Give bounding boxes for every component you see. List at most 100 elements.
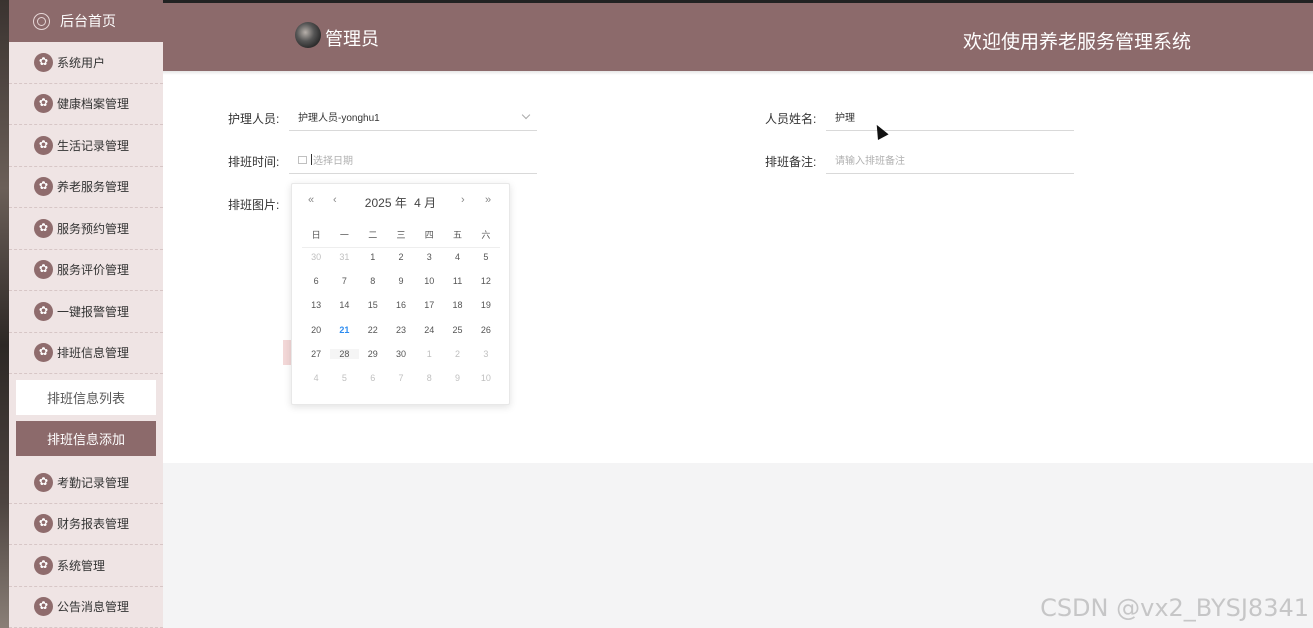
- calendar-day[interactable]: 29: [359, 349, 387, 359]
- sidebar-item-finance[interactable]: ✿ 财务报表管理: [9, 504, 163, 545]
- calendar-day[interactable]: 8: [415, 373, 443, 383]
- sidebar-item-service[interactable]: ✿ 养老服务管理: [9, 167, 163, 208]
- sidebar-bottom-group: ✿ 考勤记录管理 ✿ 财务报表管理 ✿ 系统管理 ✿ 公告消息管理: [9, 462, 163, 628]
- calendar-day[interactable]: 7: [330, 276, 358, 286]
- flower-icon: ✿: [34, 597, 53, 617]
- calendar-year[interactable]: 2025 年: [365, 196, 407, 210]
- flower-icon: ✿: [34, 177, 53, 197]
- sidebar-item-label: 排班信息管理: [57, 346, 130, 361]
- date-placeholder: 选择日期: [313, 156, 353, 167]
- calendar-day[interactable]: 31: [330, 252, 358, 262]
- calendar-day[interactable]: 27: [302, 349, 330, 359]
- submenu-schedule-add[interactable]: 排班信息添加: [16, 421, 156, 456]
- nurse-select[interactable]: 护理人员-yonghu1: [289, 103, 537, 131]
- sidebar-item-label: 一键报警管理: [57, 304, 130, 319]
- sidebar-item-review[interactable]: ✿ 服务评价管理: [9, 250, 163, 291]
- calendar-day[interactable]: 3: [415, 252, 443, 262]
- flower-icon: ✿: [34, 343, 53, 363]
- date-picker-popup: « ‹ 2025 年 4 月 › » 日 一 二 三 四 五 六 30 31 1 2 3…: [291, 183, 510, 405]
- weekday: 日: [311, 230, 321, 240]
- calendar-day[interactable]: 6: [302, 276, 330, 286]
- calendar-day[interactable]: 6: [359, 373, 387, 383]
- calendar-day[interactable]: 9: [443, 373, 471, 383]
- sidebar-item-booking[interactable]: ✿ 服务预约管理: [9, 208, 163, 250]
- calendar-day[interactable]: 15: [359, 300, 387, 310]
- watermark: CSDN @vx2_BYSJ8341: [1040, 594, 1309, 622]
- flower-icon: ✿: [34, 218, 53, 238]
- sidebar-item-label: 系统管理: [57, 558, 106, 573]
- calendar-day[interactable]: 14: [330, 300, 358, 310]
- calendar-day[interactable]: 8: [359, 276, 387, 286]
- calendar-day[interactable]: 12: [472, 276, 500, 286]
- next-year-button[interactable]: »: [485, 194, 491, 206]
- sidebar: 后台首页 ✿ 系统用户 ✿ 健康档案管理 ✿ 生活记录管理 ✿ 养老服务管理 ✿ 服务预约…: [9, 0, 163, 628]
- calendar-day[interactable]: 25: [443, 325, 471, 335]
- calendar-day[interactable]: 10: [415, 276, 443, 286]
- date-picker-input[interactable]: 选择日期: [289, 146, 537, 174]
- calendar-header: « ‹ 2025 年 4 月 › »: [292, 184, 509, 219]
- calendar-day[interactable]: 21: [330, 325, 358, 335]
- flower-icon: ✿: [34, 301, 53, 321]
- calendar-day[interactable]: 18: [443, 300, 471, 310]
- flower-icon: ✿: [34, 94, 53, 114]
- calendar-day[interactable]: 4: [443, 252, 471, 262]
- calendar-day[interactable]: 13: [302, 300, 330, 310]
- sidebar-item-notice[interactable]: ✿ 公告消息管理: [9, 587, 163, 628]
- background-edge: [0, 0, 9, 628]
- calendar-day[interactable]: 23: [387, 325, 415, 335]
- next-month-button[interactable]: ›: [461, 194, 465, 206]
- sidebar-item-health[interactable]: ✿ 健康档案管理: [9, 84, 163, 125]
- calendar-day[interactable]: 1: [359, 252, 387, 262]
- calendar-day[interactable]: 5: [472, 252, 500, 262]
- calendar-month[interactable]: 4 月: [414, 196, 436, 210]
- calendar-day[interactable]: 11: [443, 276, 471, 286]
- calendar-week-row: 6 7 8 9 10 11 12: [302, 276, 500, 286]
- calendar-day[interactable]: 22: [359, 325, 387, 335]
- calendar-day[interactable]: 7: [387, 373, 415, 383]
- calendar-day[interactable]: 20: [302, 325, 330, 335]
- sidebar-item-system[interactable]: ✿ 系统管理: [9, 545, 163, 587]
- calendar-day[interactable]: 1: [415, 349, 443, 359]
- calendar-week-row: 4 5 6 7 8 9 10: [302, 373, 500, 383]
- sidebar-item-users[interactable]: ✿ 系统用户: [9, 42, 163, 84]
- calendar-week-row: 20 21 22 23 24 25 26: [302, 325, 500, 335]
- note-input[interactable]: 请输入排班备注: [826, 146, 1074, 174]
- calendar-day[interactable]: 30: [302, 252, 330, 262]
- calendar-day[interactable]: 28: [330, 349, 359, 359]
- calendar-day[interactable]: 19: [472, 300, 500, 310]
- weekday-header: 日 一 二 三 四 五 六: [302, 228, 500, 248]
- calendar-day[interactable]: 16: [387, 300, 415, 310]
- calendar-day[interactable]: 4: [302, 373, 330, 383]
- calendar-day[interactable]: 2: [387, 252, 415, 262]
- nurse-select-value: 护理人员-yonghu1: [298, 113, 380, 124]
- calendar-day[interactable]: 9: [387, 276, 415, 286]
- calendar-day[interactable]: 17: [415, 300, 443, 310]
- sidebar-submenu: 排班信息列表 排班信息添加: [9, 374, 163, 462]
- content-shadow: [163, 71, 1313, 75]
- calendar-day[interactable]: 2: [443, 349, 471, 359]
- calendar-day[interactable]: 3: [472, 349, 500, 359]
- weekday: 二: [368, 230, 378, 240]
- calendar-day[interactable]: 10: [472, 373, 500, 383]
- calendar-day[interactable]: 26: [472, 325, 500, 335]
- submenu-schedule-list[interactable]: 排班信息列表: [16, 380, 156, 415]
- calendar-title: 2025 年 4 月: [292, 194, 509, 211]
- calendar-day[interactable]: 5: [330, 373, 358, 383]
- sidebar-home[interactable]: 后台首页: [9, 0, 163, 42]
- calendar-day[interactable]: 30: [387, 349, 415, 359]
- welcome-title: 欢迎使用养老服务管理系统: [962, 32, 1191, 53]
- calendar-day[interactable]: 24: [415, 325, 443, 335]
- admin-name[interactable]: 管理员: [325, 25, 379, 51]
- sidebar-item-label: 养老服务管理: [57, 180, 130, 195]
- calendar-week-row: 30 31 1 2 3 4 5: [302, 252, 500, 262]
- sidebar-item-schedule[interactable]: ✿ 排班信息管理: [9, 333, 163, 374]
- avatar[interactable]: [295, 22, 321, 48]
- sidebar-item-attendance[interactable]: ✿ 考勤记录管理: [9, 462, 163, 504]
- name-input[interactable]: 护理: [826, 103, 1074, 131]
- sidebar-item-alarm[interactable]: ✿ 一键报警管理: [9, 291, 163, 333]
- flower-icon: ✿: [34, 260, 53, 280]
- home-icon: [33, 12, 50, 30]
- sidebar-item-label: 考勤记录管理: [57, 475, 130, 490]
- sidebar-item-label: 系统用户: [57, 55, 106, 70]
- sidebar-item-life[interactable]: ✿ 生活记录管理: [9, 125, 163, 167]
